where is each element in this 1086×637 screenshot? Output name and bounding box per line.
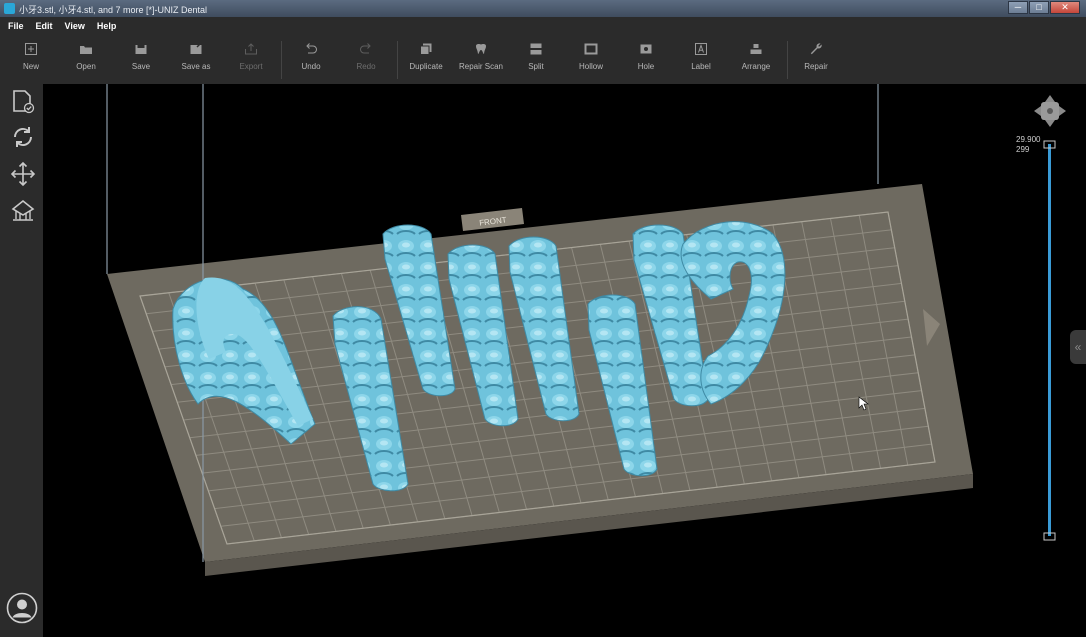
repair-scan-label: Repair Scan [458, 62, 504, 71]
maximize-button[interactable]: □ [1029, 1, 1049, 14]
layer-readout: 29.900 299 [1016, 135, 1040, 155]
arrange-icon [750, 44, 762, 54]
menu-help[interactable]: Help [93, 21, 121, 31]
layer-height-value: 29.900 [1016, 135, 1041, 144]
hollow-label: Hollow [578, 62, 603, 71]
support-structure-icon[interactable] [10, 197, 36, 223]
new-label: New [22, 62, 39, 71]
new-file-icon [25, 43, 37, 55]
hollow-icon [584, 43, 598, 55]
export-icon [245, 43, 257, 55]
new-button[interactable]: New [1, 39, 61, 79]
app-logo-icon [4, 3, 15, 14]
undo-label: Undo [301, 62, 321, 71]
save-label: Save [131, 62, 151, 71]
repair-scan-button[interactable]: Repair Scan [451, 39, 511, 79]
label-icon [695, 43, 707, 55]
redo-icon [360, 43, 371, 54]
rotate-icon[interactable] [10, 124, 36, 150]
split-icon [530, 43, 542, 55]
account-avatar-icon[interactable] [6, 592, 38, 624]
move-arrows-icon[interactable] [10, 161, 36, 187]
3d-viewport[interactable]: FRONT 29.900 299 « [43, 84, 1086, 637]
hole-button[interactable]: Hole [616, 39, 676, 79]
label-label: Label [691, 62, 711, 71]
arrange-button[interactable]: Arrange [726, 39, 786, 79]
wrench-icon [810, 43, 822, 55]
title-bar: 小牙3.stl, 小牙4.stl, and 7 more [*]-UNIZ De… [0, 0, 1086, 17]
arrange-label: Arrange [741, 62, 771, 71]
tooth-scan-icon [476, 44, 486, 54]
hole-icon [640, 44, 652, 54]
view-navigation-control[interactable] [1034, 95, 1066, 127]
open-button[interactable]: Open [56, 39, 116, 79]
window-title: 小牙3.stl, 小牙4.stl, and 7 more [*]-UNIZ De… [19, 5, 208, 15]
save-as-button[interactable]: Save as [166, 39, 226, 79]
redo-label: Redo [356, 62, 376, 71]
undo-icon [306, 43, 317, 54]
left-tool-sidebar [0, 84, 43, 637]
split-label: Split [528, 62, 544, 71]
redo-button[interactable]: Redo [336, 39, 396, 79]
save-as-label: Save as [181, 62, 211, 71]
minimize-button[interactable]: ─ [1008, 1, 1028, 14]
close-button[interactable]: ✕ [1050, 1, 1080, 14]
layer-slider[interactable] [1043, 140, 1056, 541]
undo-button[interactable]: Undo [281, 39, 341, 79]
duplicate-button[interactable]: Duplicate [396, 39, 456, 79]
export-label: Export [239, 62, 263, 71]
layer-slider-track[interactable] [1048, 144, 1051, 536]
hole-label: Hole [637, 62, 655, 71]
save-icon [135, 45, 147, 54]
file-check-icon[interactable] [10, 88, 36, 114]
right-panel-collapse-tab[interactable]: « [1070, 330, 1086, 364]
label-button[interactable]: Label [671, 39, 731, 79]
duplicate-label: Duplicate [409, 62, 443, 71]
open-label: Open [76, 62, 96, 71]
layer-index-value: 299 [1016, 145, 1030, 154]
toolbar: New Open Save Save as Export Undo Redo D… [0, 35, 1086, 84]
split-button[interactable]: Split [506, 39, 566, 79]
hollow-button[interactable]: Hollow [561, 39, 621, 79]
duplicate-icon [420, 43, 432, 55]
repair-label: Repair [804, 62, 828, 71]
folder-open-icon [80, 46, 92, 54]
menu-file[interactable]: File [4, 21, 28, 31]
build-scene: FRONT [106, 84, 1066, 576]
menu-bar: File Edit View Help [0, 17, 1086, 35]
save-as-icon [190, 43, 202, 54]
export-button[interactable]: Export [221, 39, 281, 79]
repair-button[interactable]: Repair [786, 39, 846, 79]
window-controls: ─ □ ✕ [1008, 1, 1080, 14]
save-button[interactable]: Save [111, 39, 171, 79]
menu-edit[interactable]: Edit [32, 21, 57, 31]
front-indicator: FRONT [461, 208, 524, 231]
menu-view[interactable]: View [61, 21, 89, 31]
